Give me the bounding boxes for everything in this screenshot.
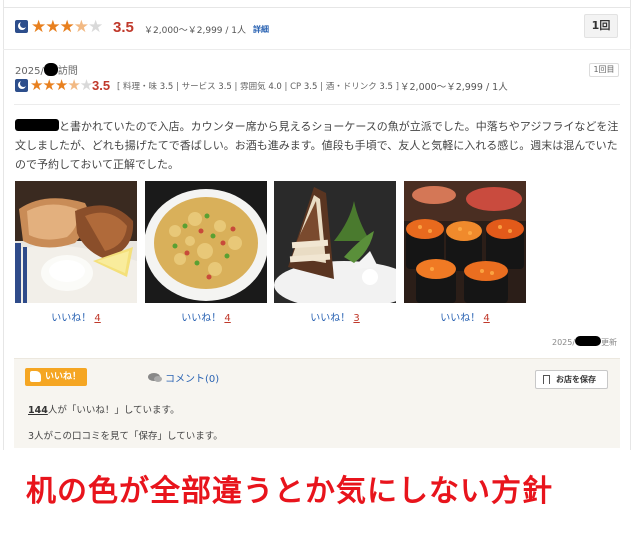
- detail-link[interactable]: 詳細: [253, 24, 269, 35]
- review-text: と書かれていたので入店。カウンター席から見えるショーケースの魚が立派でした。中落…: [15, 119, 619, 171]
- photo-cake[interactable]: [274, 181, 396, 303]
- detail-rating-stars: ★★★★★: [30, 76, 93, 94]
- card-border-top: [3, 7, 631, 8]
- review-card: ★★★★★ 3.5 ￥2,000～￥2,999 / 1人 詳細 1回 2025/…: [0, 0, 640, 544]
- photo-sushi[interactable]: [404, 181, 526, 303]
- redacted-date: [43, 63, 58, 76]
- photo-like-sushi[interactable]: いいね！ 4: [404, 309, 526, 324]
- like-button[interactable]: いいね！: [25, 368, 87, 386]
- divider: [3, 49, 631, 50]
- photo-like-grilled-fish[interactable]: いいね！ 4: [15, 309, 137, 324]
- photo-like-cake[interactable]: いいね！ 3: [274, 309, 396, 324]
- detail-price-range: ￥2,000～￥2,999 / 1人: [400, 82, 508, 93]
- photo-like-fried-rice[interactable]: いいね！ 4: [145, 309, 267, 324]
- save-count-text: 3人がこの口コミを見て「保存」しています。: [28, 431, 223, 442]
- price-range: ￥2,000～￥2,999 / 1人: [144, 26, 247, 36]
- redacted-date: [575, 336, 602, 346]
- bookmark-icon: [543, 375, 550, 384]
- fried-rice-image: [145, 181, 267, 303]
- thumbs-up-icon: [30, 371, 41, 382]
- save-store-button[interactable]: お店を保存: [535, 370, 608, 389]
- caption-text: 机の色が全部違うとか気にしない方針: [26, 474, 553, 509]
- photo-grilled-fish[interactable]: [15, 181, 137, 303]
- visit-count-button[interactable]: 1回: [584, 14, 618, 38]
- visit-date: 2025/訪問: [15, 62, 78, 77]
- detail-rating-row: ★★★★★ 3.5 [ 料理・味 3.5 | サービス 3.5 | 雰囲気 4.…: [14, 76, 620, 94]
- updated-date: 2025/更新: [552, 336, 618, 347]
- detail-rating-score: 3.5: [92, 78, 111, 93]
- like-count-text: 144人が「いいね！」しています。: [28, 405, 180, 416]
- sushi-image: [404, 181, 526, 303]
- dinner-moon-icon: [15, 20, 28, 33]
- redacted-text: [15, 119, 59, 131]
- grilled-fish-image: [15, 181, 137, 303]
- cake-image: [274, 181, 396, 303]
- dinner-moon-icon: [15, 79, 28, 92]
- rating-stars: ★★★★★: [31, 17, 103, 37]
- rating-score: 3.5: [113, 19, 134, 36]
- comment-bubble-icon: [148, 373, 162, 382]
- card-border-right: [630, 0, 631, 450]
- comment-link[interactable]: コメント(0): [148, 370, 219, 385]
- rating-summary: ★★★★★ 3.5 ￥2,000～￥2,999 / 1人 詳細 1回: [14, 14, 620, 40]
- sub-scores: [ 料理・味 3.5 | サービス 3.5 | 雰囲気 4.0 | CP 3.5…: [117, 82, 399, 92]
- action-panel: いいね！ コメント(0) お店を保存 144人が「いいね！」しています。 3人が…: [14, 358, 620, 448]
- divider: [14, 104, 620, 105]
- photo-fried-rice[interactable]: [145, 181, 267, 303]
- card-border-left: [3, 0, 4, 450]
- visit-count-tag: 1回目: [589, 63, 619, 77]
